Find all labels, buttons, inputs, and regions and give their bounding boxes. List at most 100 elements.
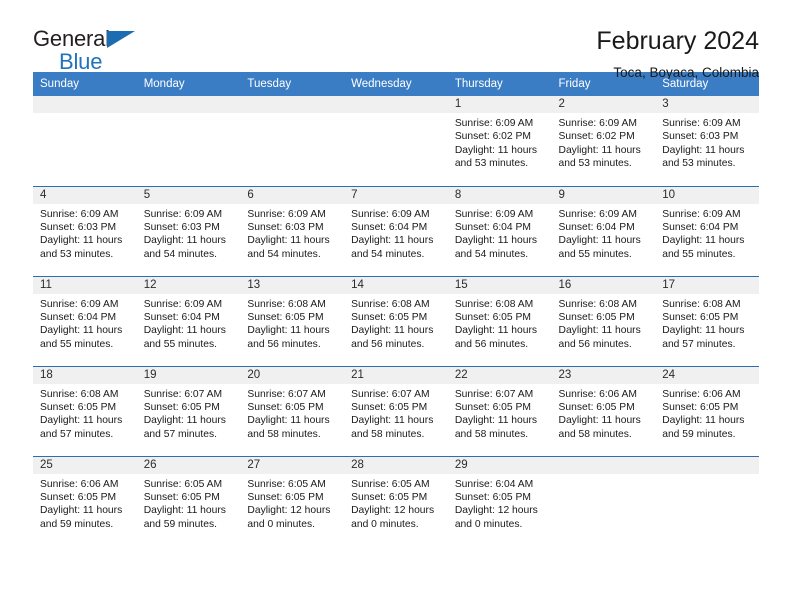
day-details: Sunrise: 6:07 AM Sunset: 6:05 PM Daylight:…: [240, 384, 344, 442]
day-cell-20[interactable]: 20 Sunrise: 6:07 AM Sunset: 6:05 PM Dayligh…: [240, 365, 345, 456]
day-cell-8[interactable]: 8 Sunrise: 6:09 AM Sunset: 6:04 PM Daylight…: [447, 185, 552, 276]
day-details: Sunrise: 6:05 AM Sunset: 6:05 PM Daylight:…: [344, 474, 448, 532]
day-detail-line: Sunrise: 6:05 AM: [143, 478, 223, 490]
day-detail-line: Sunset: 6:05 PM: [558, 311, 635, 323]
day-cell-6[interactable]: 6 Sunrise: 6:09 AM Sunset: 6:03 PM Daylight…: [240, 185, 345, 276]
day-cell-11[interactable]: 11 Sunrise: 6:09 AM Sunset: 6:04 PM Dayligh…: [33, 275, 137, 366]
day-cell-22[interactable]: 22 Sunrise: 6:07 AM Sunset: 6:05 PM Dayligh…: [447, 365, 552, 456]
day-number: [344, 96, 448, 113]
day-details: Sunrise: 6:09 AM Sunset: 6:04 PM Daylight:…: [552, 204, 656, 262]
day-cell-18[interactable]: 18 Sunrise: 6:08 AM Sunset: 6:05 PM Dayligh…: [33, 365, 137, 456]
day-cell-7[interactable]: 7 Sunrise: 6:09 AM Sunset: 6:04 PM Daylight…: [344, 185, 448, 276]
day-number: 15: [447, 276, 552, 294]
day-cell-12[interactable]: 12 Sunrise: 6:09 AM Sunset: 6:04 PM Dayligh…: [136, 275, 241, 366]
day-cell-24[interactable]: 24 Sunrise: 6:06 AM Sunset: 6:05 PM Dayligh…: [655, 365, 759, 456]
day-details: [344, 113, 448, 117]
day-number: 14: [344, 276, 448, 294]
day-detail-line: Sunrise: 6:06 AM: [662, 388, 741, 400]
day-cell-empty: [655, 455, 759, 546]
calendar-week-row: 25 Sunrise: 6:06 AM Sunset: 6:05 PM Dayligh…: [33, 455, 759, 546]
day-detail-line: Daylight: 11 hours: [143, 325, 226, 337]
day-detail-line: and 58 minutes.: [247, 428, 321, 440]
day-detail-line: Daylight: 11 hours: [351, 235, 434, 247]
day-details: Sunrise: 6:09 AM Sunset: 6:04 PM Daylight:…: [448, 204, 552, 262]
day-detail-line: Daylight: 11 hours: [247, 415, 330, 427]
day-cell-empty: [551, 455, 656, 546]
day-cell-15[interactable]: 15 Sunrise: 6:08 AM Sunset: 6:05 PM Dayligh…: [447, 275, 552, 366]
day-number: 21: [344, 366, 448, 384]
weekday-header-sunday: Sunday: [33, 72, 137, 96]
day-detail-line: and 0 minutes.: [351, 518, 419, 530]
day-detail-line: Daylight: 11 hours: [558, 235, 641, 247]
day-number: 17: [655, 276, 759, 294]
day-cell-25[interactable]: 25 Sunrise: 6:06 AM Sunset: 6:05 PM Dayligh…: [33, 455, 137, 546]
day-details: Sunrise: 6:08 AM Sunset: 6:05 PM Daylight:…: [344, 294, 448, 352]
day-cell-1[interactable]: 1 Sunrise: 6:09 AM Sunset: 6:02 PM Daylight…: [447, 96, 552, 186]
calendar-table: Sunday Monday Tuesday Wednesday Thursday Frid…: [33, 72, 759, 546]
day-cell-26[interactable]: 26 Sunrise: 6:05 AM Sunset: 6:05 PM Dayligh…: [136, 455, 241, 546]
day-cell-27[interactable]: 27 Sunrise: 6:05 AM Sunset: 6:05 PM Dayligh…: [240, 455, 345, 546]
day-number: 29: [447, 456, 552, 474]
calendar-body: 1 Sunrise: 6:09 AM Sunset: 6:02 PM Daylight…: [33, 96, 759, 546]
day-detail-line: and 55 minutes.: [143, 338, 217, 350]
day-number: 28: [344, 456, 448, 474]
day-cell-19[interactable]: 19 Sunrise: 6:07 AM Sunset: 6:05 PM Dayligh…: [136, 365, 241, 456]
day-detail-line: Sunset: 6:05 PM: [662, 311, 739, 323]
day-cell-14[interactable]: 14 Sunrise: 6:08 AM Sunset: 6:05 PM Dayligh…: [344, 275, 448, 366]
day-cell-2[interactable]: 2 Sunrise: 6:09 AM Sunset: 6:02 PM Daylight…: [551, 96, 656, 186]
day-detail-line: Sunrise: 6:09 AM: [40, 208, 119, 220]
day-detail-line: and 57 minutes.: [40, 428, 114, 440]
day-detail-line: and 56 minutes.: [454, 338, 529, 350]
day-detail-line: Daylight: 11 hours: [662, 415, 745, 427]
day-cell-empty: [240, 96, 345, 186]
day-details: Sunrise: 6:08 AM Sunset: 6:05 PM Daylight:…: [655, 294, 759, 352]
calendar-page: General Blue February 2024 Toca, Boyaca,…: [0, 0, 792, 612]
logo-triangle-icon: [107, 31, 135, 48]
day-detail-line: Sunset: 6:05 PM: [143, 491, 220, 503]
day-detail-line: and 58 minutes.: [558, 428, 632, 440]
day-cell-5[interactable]: 5 Sunrise: 6:09 AM Sunset: 6:03 PM Daylight…: [136, 185, 241, 276]
day-details: Sunrise: 6:08 AM Sunset: 6:05 PM Daylight:…: [448, 294, 552, 352]
day-detail-line: Sunset: 6:04 PM: [351, 221, 428, 233]
day-details: Sunrise: 6:09 AM Sunset: 6:02 PM Daylight:…: [552, 113, 656, 171]
day-number: 5: [136, 186, 241, 204]
day-number: 8: [447, 186, 552, 204]
day-detail-line: Daylight: 11 hours: [662, 235, 745, 247]
day-detail-line: Sunset: 6:02 PM: [558, 131, 635, 143]
day-detail-line: Sunset: 6:05 PM: [351, 401, 428, 413]
calendar-week-row: 4 Sunrise: 6:09 AM Sunset: 6:03 PM Daylight…: [33, 185, 759, 276]
day-number: 20: [240, 366, 345, 384]
day-detail-line: Sunrise: 6:09 AM: [351, 208, 430, 220]
day-details: Sunrise: 6:09 AM Sunset: 6:03 PM Daylight:…: [137, 204, 241, 262]
day-number: 4: [33, 186, 137, 204]
day-number: 13: [240, 276, 345, 294]
day-number: 19: [136, 366, 241, 384]
day-cell-10[interactable]: 10 Sunrise: 6:09 AM Sunset: 6:04 PM Dayligh…: [655, 185, 759, 276]
day-cell-4[interactable]: 4 Sunrise: 6:09 AM Sunset: 6:03 PM Daylight…: [33, 185, 137, 276]
day-number: 25: [33, 456, 137, 474]
page-title: February 2024: [596, 27, 759, 55]
day-detail-line: Sunrise: 6:09 AM: [662, 208, 741, 220]
day-detail-line: Daylight: 11 hours: [454, 415, 538, 427]
day-detail-line: Daylight: 12 hours: [247, 505, 331, 517]
day-details: [240, 113, 344, 117]
day-cell-3[interactable]: 3 Sunrise: 6:09 AM Sunset: 6:03 PM Daylight…: [655, 96, 759, 186]
day-number: [33, 96, 137, 113]
day-cell-17[interactable]: 17 Sunrise: 6:08 AM Sunset: 6:05 PM Dayligh…: [655, 275, 759, 366]
day-number: [551, 456, 656, 474]
day-detail-line: Sunrise: 6:06 AM: [40, 478, 119, 490]
day-cell-29[interactable]: 29 Sunrise: 6:04 AM Sunset: 6:05 PM Dayligh…: [447, 455, 552, 546]
day-detail-line: Sunrise: 6:09 AM: [558, 208, 637, 220]
day-detail-line: Daylight: 11 hours: [662, 144, 745, 156]
day-cell-9[interactable]: 9 Sunrise: 6:09 AM Sunset: 6:04 PM Daylight…: [551, 185, 656, 276]
day-detail-line: Sunset: 6:02 PM: [454, 131, 531, 143]
day-number: [240, 96, 345, 113]
day-cell-28[interactable]: 28 Sunrise: 6:05 AM Sunset: 6:05 PM Dayligh…: [344, 455, 448, 546]
day-cell-23[interactable]: 23 Sunrise: 6:06 AM Sunset: 6:05 PM Dayligh…: [551, 365, 656, 456]
day-number: 10: [655, 186, 759, 204]
day-cell-21[interactable]: 21 Sunrise: 6:07 AM Sunset: 6:05 PM Dayligh…: [344, 365, 448, 456]
day-cell-13[interactable]: 13 Sunrise: 6:08 AM Sunset: 6:05 PM Dayligh…: [240, 275, 345, 366]
day-details: Sunrise: 6:07 AM Sunset: 6:05 PM Daylight:…: [448, 384, 552, 442]
day-detail-line: Sunrise: 6:08 AM: [351, 298, 430, 310]
day-cell-16[interactable]: 16 Sunrise: 6:08 AM Sunset: 6:05 PM Dayligh…: [551, 275, 656, 366]
